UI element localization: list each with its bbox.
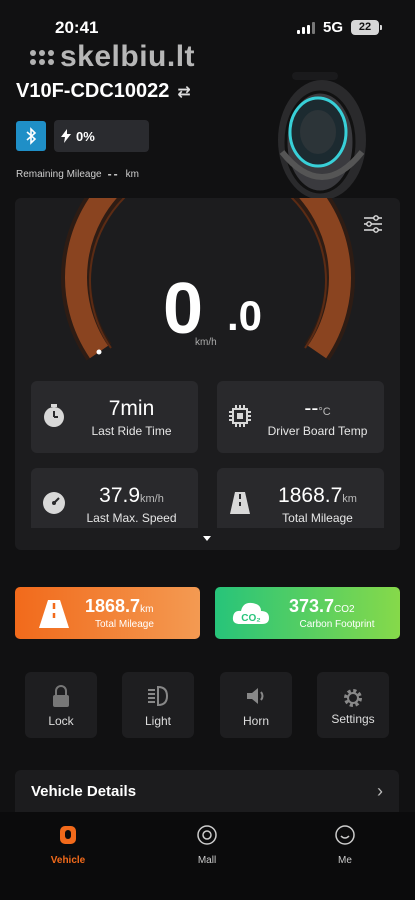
carbon-unit: CO2 [334,604,355,615]
dashboard-card: 0 .0 km/h 7min Last Ride Time --°C Drive… [15,198,400,550]
battery-indicator: 22 [351,20,382,35]
stat-unit: km/h [140,493,164,505]
horn-label: Horn [242,714,269,728]
remaining-value: -- [107,167,120,181]
bluetooth-icon[interactable] [16,121,46,151]
stat-label: Last Ride Time [91,424,172,438]
nav-me[interactable]: Me [310,824,380,866]
stat-value: 7min [108,397,155,420]
horn-button[interactable]: Horn [220,672,292,738]
speed-decimal: .0 [227,292,263,339]
total-mileage-value: 1868.7 [85,596,141,616]
gear-icon [344,689,362,707]
vehicle-details-title: Vehicle Details [31,783,137,800]
lock-icon [53,685,69,707]
gauge-needle-marker [96,349,102,355]
switch-device-icon[interactable]: ⇄ [177,82,190,102]
watermark: skelbiu.lt [30,40,195,74]
carbon-label: Carbon Footprint [299,619,375,630]
stat-label: Total Mileage [282,511,353,525]
settings-label: Settings [331,712,375,726]
speed-unit: km/h [195,337,217,348]
remaining-unit: km [125,168,139,180]
watermark-logo-icon [30,49,54,65]
remaining-mileage: Remaining Mileage -- km [16,167,139,181]
device-title[interactable]: V10F-CDC10022 ⇄ [16,80,191,103]
status-indicators: 5G 22 [296,19,382,36]
nav-me-label: Me [338,855,352,866]
light-label: Light [144,714,172,728]
battery-level-pill: 0% [54,120,149,152]
light-button[interactable]: Light [122,672,194,738]
stat-last-ride-time: 7min Last Ride Time [31,381,198,453]
me-icon [335,825,355,845]
stat-unit: km [342,493,357,505]
carbon-footprint-card[interactable]: CO₂ 373.7CO2 Carbon Footprint [215,587,400,639]
stat-value: -- [304,397,319,420]
headlight-icon [148,685,169,707]
gauge-inner-line [89,198,327,349]
remaining-label: Remaining Mileage [16,168,102,180]
carbon-value: 373.7 [289,596,335,616]
mall-icon [197,825,217,845]
stat-unit: °C [318,406,331,418]
vehicle-details-row[interactable]: Vehicle Details › [15,770,399,814]
network-type: 5G [322,19,343,36]
status-time: 20:41 [55,18,99,37]
adjust-settings-icon[interactable] [363,215,383,233]
vehicle-icon [60,826,76,844]
expand-caret-icon[interactable] [203,536,211,541]
lock-label: Lock [48,714,74,728]
device-name: V10F-CDC10022 [16,80,170,102]
total-mileage-label: Total Mileage [95,619,154,630]
chevron-right-icon: › [377,781,383,801]
speed-gauge [61,198,355,361]
unicycle-image [278,72,366,200]
bottom-nav: Vehicle Mall Me [0,812,415,900]
total-mileage-card[interactable]: 1868.7km Total Mileage [15,587,200,639]
gauge-arc [65,198,351,359]
stat-label: Last Max. Speed [86,511,177,525]
co2-cloud-icon: CO₂ [232,602,269,624]
signal-icon [296,21,315,34]
stat-value: 1868.7 [278,484,343,507]
lightning-icon [61,129,71,143]
status-bar: 20:41 5G 22 [0,0,415,44]
svg-text:CO₂: CO₂ [241,613,260,624]
watermark-text: skelbiu.lt [60,40,196,73]
horn-icon [247,688,264,704]
road-icon [39,600,69,628]
nav-vehicle-label: Vehicle [50,855,86,866]
total-mileage-unit: km [140,604,154,615]
stat-value: 37.9 [99,484,141,507]
nav-mall[interactable]: Mall [172,824,242,866]
battery-percent: 0% [76,128,95,144]
nav-vehicle[interactable]: Vehicle [33,824,103,866]
lock-button[interactable]: Lock [25,672,97,738]
settings-button[interactable]: Settings [317,672,389,738]
stat-label: Driver Board Temp [267,424,368,438]
nav-mall-label: Mall [197,855,217,866]
stat-total-mileage: 1868.7km Total Mileage [217,468,384,528]
stat-driver-board-temp: --°C Driver Board Temp [217,381,384,453]
gauge-outer-track [61,198,355,361]
stat-last-max-speed: 37.9km/h Last Max. Speed [31,468,198,528]
